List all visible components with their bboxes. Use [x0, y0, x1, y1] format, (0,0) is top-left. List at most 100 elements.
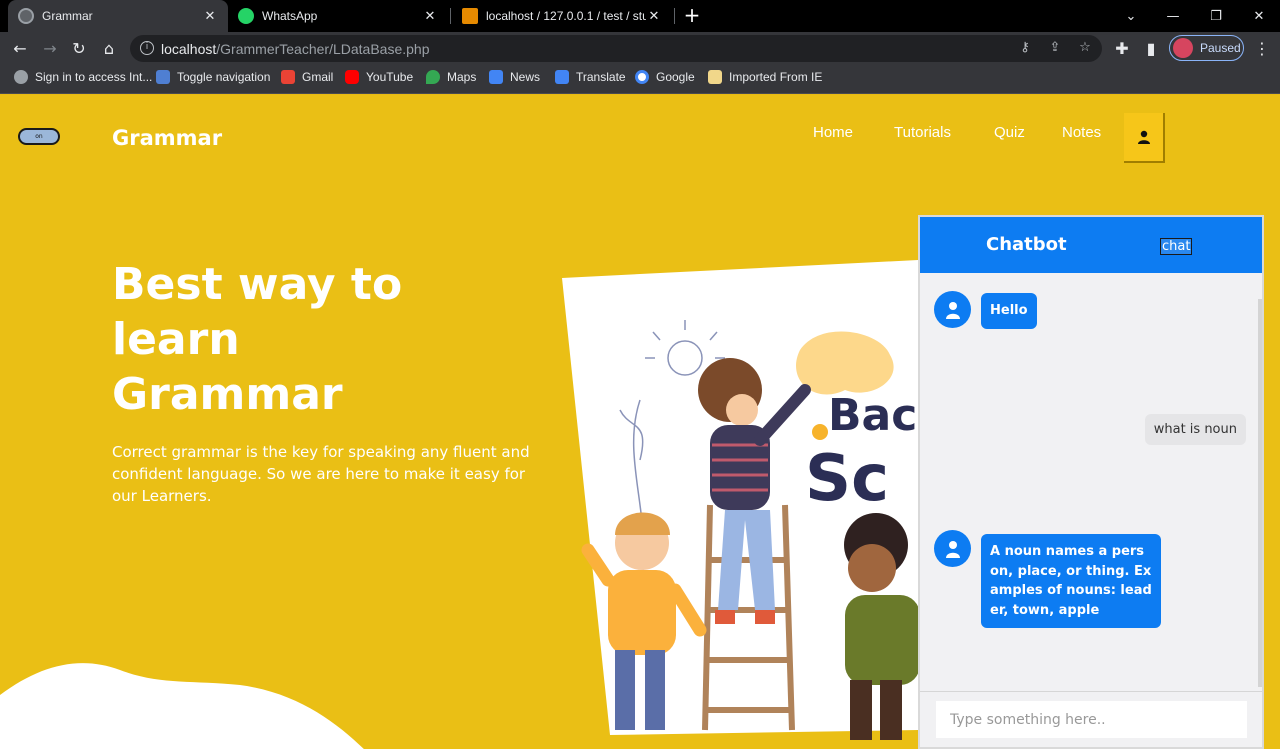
bookmark-label: Maps — [447, 70, 477, 84]
tab-phpmyadmin[interactable]: localhost / 127.0.0.1 / test / stude ✕ — [452, 0, 672, 32]
bookmark-label: Sign in to access Int... — [35, 70, 153, 84]
globe-icon — [18, 8, 34, 24]
url-path: /GrammerTeacher/LDataBase.php — [216, 41, 430, 57]
bookmark-google[interactable]: Google — [635, 70, 695, 84]
url-host: localhost — [161, 41, 217, 57]
bot-message-line: on, place, or thing. Ex — [990, 563, 1152, 579]
menu-icon[interactable]: ⋮ — [1250, 36, 1274, 60]
tab-separator — [450, 8, 451, 24]
bookmark-label: Toggle navigation — [177, 70, 271, 84]
hero-title: Best way to learn Grammar — [112, 257, 472, 422]
bookmark-label: Gmail — [302, 70, 334, 84]
bookmark-label: News — [510, 70, 541, 84]
tab-whatsapp[interactable]: WhatsApp ✕ — [228, 0, 448, 32]
bookmark-signin[interactable]: Sign in to access Int... — [14, 70, 152, 84]
sign-text-bottom: Sc — [805, 442, 889, 516]
share-icon[interactable]: ⇪ — [1046, 39, 1064, 57]
reload-icon[interactable]: ↻ — [67, 36, 91, 60]
chat-input-area — [920, 691, 1262, 747]
php-icon — [156, 70, 170, 84]
nav-home[interactable]: Home — [813, 124, 853, 141]
bookmark-toggle-navigation[interactable]: Toggle navigation — [156, 70, 270, 84]
folder-icon — [708, 70, 722, 84]
hero-description: Correct grammar is the key for speaking … — [112, 443, 530, 505]
chat-scrollbar[interactable] — [1258, 299, 1262, 687]
bookmark-star-icon[interactable]: ☆ — [1076, 39, 1094, 57]
site-brand[interactable]: Grammar — [112, 126, 222, 150]
side-panel-icon[interactable]: ▮ — [1139, 36, 1163, 60]
bookmark-gmail[interactable]: Gmail — [281, 70, 333, 84]
mode-toggle[interactable]: on — [18, 128, 60, 145]
hero-title-line: learn — [112, 314, 240, 365]
bookmark-translate[interactable]: Translate — [555, 70, 626, 84]
gmail-icon — [281, 70, 295, 84]
bot-avatar — [934, 530, 971, 567]
tab-strip: Grammar ✕ WhatsApp ✕ localhost / 127.0.0… — [0, 0, 1280, 32]
new-tab-button[interactable]: + — [681, 4, 703, 26]
sign-text-top: Bac — [828, 390, 917, 441]
close-tab-icon[interactable]: ✕ — [202, 8, 218, 24]
tab-title: Grammar — [42, 9, 93, 23]
close-tab-icon[interactable]: ✕ — [422, 8, 438, 24]
chat-messages: Hello what is noun A noun names a pers o… — [920, 273, 1262, 691]
chat-link[interactable]: chat — [1160, 238, 1193, 255]
decorative-wave — [0, 663, 364, 749]
user-icon — [1137, 130, 1150, 144]
chatbot-title: Chatbot — [986, 234, 1067, 255]
profile-status: Paused — [1200, 41, 1241, 55]
user-message: what is noun — [1144, 414, 1246, 445]
bookmark-imported-from-ie[interactable]: Imported From IE — [708, 70, 822, 84]
url-text[interactable]: localhost/GrammerTeacher/LDataBase.php — [161, 41, 429, 57]
phpmyadmin-icon — [462, 8, 478, 24]
bookmark-label: Imported From IE — [729, 70, 823, 84]
restore-button[interactable]: ❐ — [1195, 0, 1237, 32]
bookmark-maps[interactable]: Maps — [426, 70, 476, 84]
nav-notes[interactable]: Notes — [1062, 124, 1101, 141]
close-window-button[interactable]: ✕ — [1238, 0, 1280, 32]
chatbot-widget: Chatbot chat Hello what is noun A noun n… — [918, 215, 1264, 749]
site-info-icon[interactable]: i — [140, 41, 154, 55]
chatbot-header: Chatbot chat — [920, 217, 1262, 273]
bot-avatar — [934, 291, 971, 328]
back-to-school-illustration: Bac Sc — [562, 260, 920, 740]
nav-quiz[interactable]: Quiz — [994, 124, 1025, 141]
user-icon — [945, 540, 960, 558]
bookmark-news[interactable]: News — [489, 70, 540, 84]
bookmarks-bar: Sign in to access Int... Toggle navigati… — [0, 63, 1280, 94]
bot-message: A noun names a pers on, place, or thing.… — [981, 534, 1161, 628]
user-icon — [945, 301, 960, 319]
user-account-button[interactable] — [1124, 113, 1165, 163]
address-bar[interactable]: i localhost/GrammerTeacher/LDataBase.php… — [130, 35, 1102, 62]
forward-icon[interactable]: → — [38, 36, 62, 60]
news-icon — [489, 70, 503, 84]
extensions-icon[interactable]: ✚ — [1110, 36, 1134, 60]
nav-tutorials[interactable]: Tutorials — [894, 124, 951, 141]
translate-icon — [555, 70, 569, 84]
tab-search-icon[interactable]: ⌄ — [1110, 0, 1152, 32]
bot-message: Hello — [981, 293, 1037, 329]
key-icon[interactable]: ⚷ — [1016, 39, 1034, 57]
globe-icon — [14, 70, 28, 84]
hero-title-line: Best way to — [112, 259, 403, 310]
tab-separator — [674, 8, 675, 24]
tab-grammar[interactable]: Grammar ✕ — [8, 0, 228, 32]
minimize-button[interactable]: — — [1152, 0, 1194, 32]
bookmark-label: Translate — [576, 70, 626, 84]
profile-button[interactable]: Paused — [1169, 35, 1244, 61]
bookmark-label: Google — [656, 70, 695, 84]
browser-toolbar: ← → ↻ ⌂ i localhost/GrammerTeacher/LData… — [0, 32, 1280, 63]
tab-title: localhost / 127.0.0.1 / test / stude — [486, 9, 646, 23]
bot-message-line: A noun names a pers — [990, 544, 1145, 559]
youtube-icon — [345, 70, 359, 84]
bookmark-label: YouTube — [366, 70, 414, 84]
tab-title: WhatsApp — [262, 9, 318, 23]
home-icon[interactable]: ⌂ — [97, 36, 121, 60]
maps-icon — [426, 70, 440, 84]
google-icon — [635, 70, 649, 84]
hero-title-line: Grammar — [112, 369, 343, 420]
back-icon[interactable]: ← — [8, 36, 32, 60]
bookmark-youtube[interactable]: YouTube — [345, 70, 413, 84]
close-tab-icon[interactable]: ✕ — [646, 8, 662, 24]
avatar — [1173, 38, 1193, 58]
chat-message-input[interactable] — [936, 701, 1247, 738]
